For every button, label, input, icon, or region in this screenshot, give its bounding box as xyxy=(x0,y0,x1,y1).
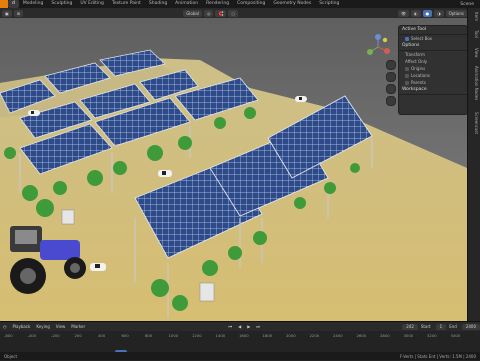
axis-z-icon xyxy=(375,34,381,40)
workspace-tab[interactable]: Sculpting xyxy=(47,0,76,8)
ruler-tick-label: 3000 xyxy=(403,333,414,338)
workspace-tab[interactable]: Compositing xyxy=(233,0,269,8)
ruler-tick-label: 2600 xyxy=(356,333,367,338)
ruler-tick-label: -200 xyxy=(51,333,60,338)
timeline-header: ◷ Playback Keying View Marker ⏮ ◀ ▶ ⏭ 24… xyxy=(0,322,480,331)
play-reverse-icon[interactable]: ◀ xyxy=(235,324,244,329)
shading-solid-button[interactable]: ● xyxy=(422,9,433,17)
workspace-tab[interactable]: Geometry Nodes xyxy=(269,0,315,8)
orientation-dropdown[interactable]: Global xyxy=(183,9,202,17)
perspective-icon[interactable] xyxy=(386,96,396,106)
tab-screencast[interactable]: Screencast xyxy=(470,112,479,134)
mode-button[interactable]: ⊞ xyxy=(13,9,24,17)
active-tool-header[interactable]: Active Tool xyxy=(399,26,467,35)
ruler-tick-label: 2200 xyxy=(309,333,320,338)
scene-render xyxy=(0,18,467,321)
play-icon[interactable]: ▶ xyxy=(244,324,253,329)
keying-menu[interactable]: Keying xyxy=(33,324,52,329)
ruler-tick-label: 1600 xyxy=(239,333,249,338)
tab-view[interactable]: View xyxy=(470,48,479,58)
jump-end-icon[interactable]: ⏭ xyxy=(253,324,263,329)
start-frame-field[interactable]: 1 xyxy=(435,323,447,330)
status-right: F-Verts | Stats Ent | Verts: 1.5M | 2400 xyxy=(399,353,476,359)
workspace-tab[interactable]: Modeling xyxy=(19,0,47,8)
zoom-icon[interactable] xyxy=(386,60,396,70)
3d-viewport[interactable] xyxy=(0,18,467,321)
jump-start-icon[interactable]: ⏮ xyxy=(226,324,236,329)
origins-checkbox[interactable]: Origins xyxy=(399,65,467,72)
workspace-tab[interactable]: Shading xyxy=(145,0,171,8)
editor-type-button[interactable]: ▣ xyxy=(2,9,12,17)
workspace-tab[interactable]: Scripting xyxy=(315,0,343,8)
tab-item[interactable]: Item xyxy=(470,12,479,21)
options-header[interactable]: Options xyxy=(399,42,467,51)
workspace-tab[interactable]: d xyxy=(8,0,19,8)
ruler-tick-label: -800 xyxy=(4,333,13,338)
navigation-gizmo[interactable] xyxy=(363,32,393,62)
ruler-tick-label: 1800 xyxy=(262,333,273,338)
ruler-tick-label: 3200 xyxy=(427,333,437,338)
start-label: Start xyxy=(420,324,431,329)
ruler-tick-label: 1200 xyxy=(192,333,202,338)
proportional-button[interactable]: ○ xyxy=(228,9,238,17)
ruler-tick-label: -400 xyxy=(27,333,37,338)
workspace-tab[interactable]: Texture Paint xyxy=(108,0,145,8)
ruler-tick-label: 2000 xyxy=(286,333,296,338)
snap-button[interactable]: 🧲 xyxy=(215,9,227,17)
playback-menu[interactable]: Playback xyxy=(10,324,34,329)
ruler-tick-label: 200 xyxy=(74,333,82,338)
workspace-tab[interactable]: UV Editing xyxy=(76,0,107,8)
sidebar-panel: Active Tool Select Box Options Transform… xyxy=(398,25,468,115)
timeline-editor-icon[interactable]: ◷ xyxy=(0,324,10,329)
transform-header[interactable]: Transform xyxy=(399,51,467,58)
affect-only-label: Affect Only xyxy=(405,59,428,64)
tab-animation-nodes[interactable]: Animation Nodes xyxy=(470,66,479,100)
pivot-button[interactable]: ◎ xyxy=(203,9,214,17)
ruler-tick-label: 2400 xyxy=(333,333,343,338)
end-label: End xyxy=(449,324,457,329)
ruler-tick-label: 600 xyxy=(121,333,129,338)
workspace-header[interactable]: Workspace xyxy=(399,86,467,95)
parents-checkbox[interactable]: Parents xyxy=(399,79,467,86)
marker-menu[interactable]: Marker xyxy=(68,324,88,329)
end-frame-field[interactable]: 2400 xyxy=(461,323,480,330)
ruler-tick-label: 800 xyxy=(145,333,153,338)
options-dropdown[interactable]: Options xyxy=(445,9,467,17)
shading-material-button[interactable]: ◑ xyxy=(434,9,444,17)
view-nav-buttons xyxy=(386,60,396,108)
pan-icon[interactable] xyxy=(386,72,396,82)
frame-ruler[interactable]: -800 -400 -200 200 400 600 800 1000 1200 1400 1600… xyxy=(0,331,480,341)
camera-icon[interactable] xyxy=(386,84,396,94)
workspace-tab[interactable]: Rendering xyxy=(202,0,233,8)
sidebar-tabs: Item Tool View Animation Nodes Screencas… xyxy=(467,8,480,321)
visibility-button[interactable]: 👁 xyxy=(397,9,410,17)
status-left: Object xyxy=(4,353,18,359)
ruler-tick-label: 1400 xyxy=(215,333,226,338)
top-menu-bar: d Modeling Sculpting UV Editing Texture Pain… xyxy=(0,0,480,8)
scene-selector[interactable]: Scene xyxy=(454,2,480,7)
overlays-button[interactable]: ◐ xyxy=(411,9,421,17)
status-bar: Object F-Verts | Stats Ent | Verts: 1.5M… xyxy=(0,352,480,360)
ruler-tick-label: 3400 xyxy=(450,333,461,338)
tool-name: Select Box xyxy=(399,35,467,42)
current-frame-field[interactable]: 242 xyxy=(402,323,418,330)
ruler-tick-label: 1000 xyxy=(168,333,179,338)
view-menu[interactable]: View xyxy=(53,324,69,329)
ruler-tick-label: 400 xyxy=(98,333,106,338)
axis-x-icon xyxy=(384,48,390,54)
locations-checkbox[interactable]: Locations xyxy=(399,72,467,79)
tab-tool[interactable]: Tool xyxy=(470,30,479,38)
axis-y-icon xyxy=(367,49,373,55)
blender-logo-icon[interactable] xyxy=(0,0,8,8)
ruler-tick-label: 2800 xyxy=(380,333,390,338)
workspace-tab[interactable]: Animation xyxy=(171,0,202,8)
